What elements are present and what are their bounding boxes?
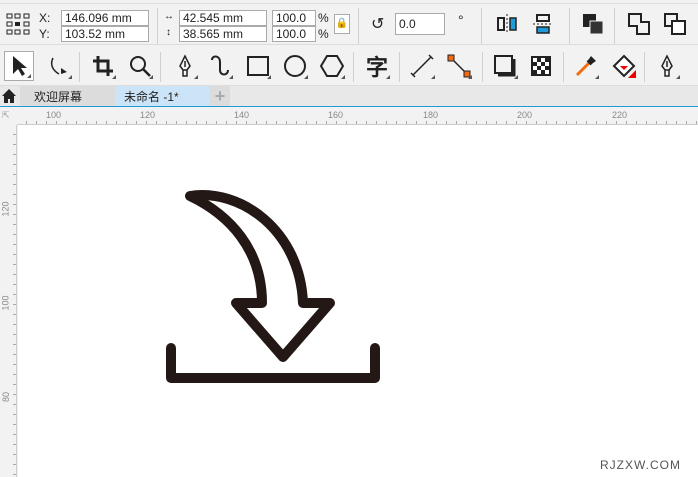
download-arrow-drawing[interactable]: [0, 0, 698, 477]
watermark: RJZXW.COM: [600, 458, 681, 472]
